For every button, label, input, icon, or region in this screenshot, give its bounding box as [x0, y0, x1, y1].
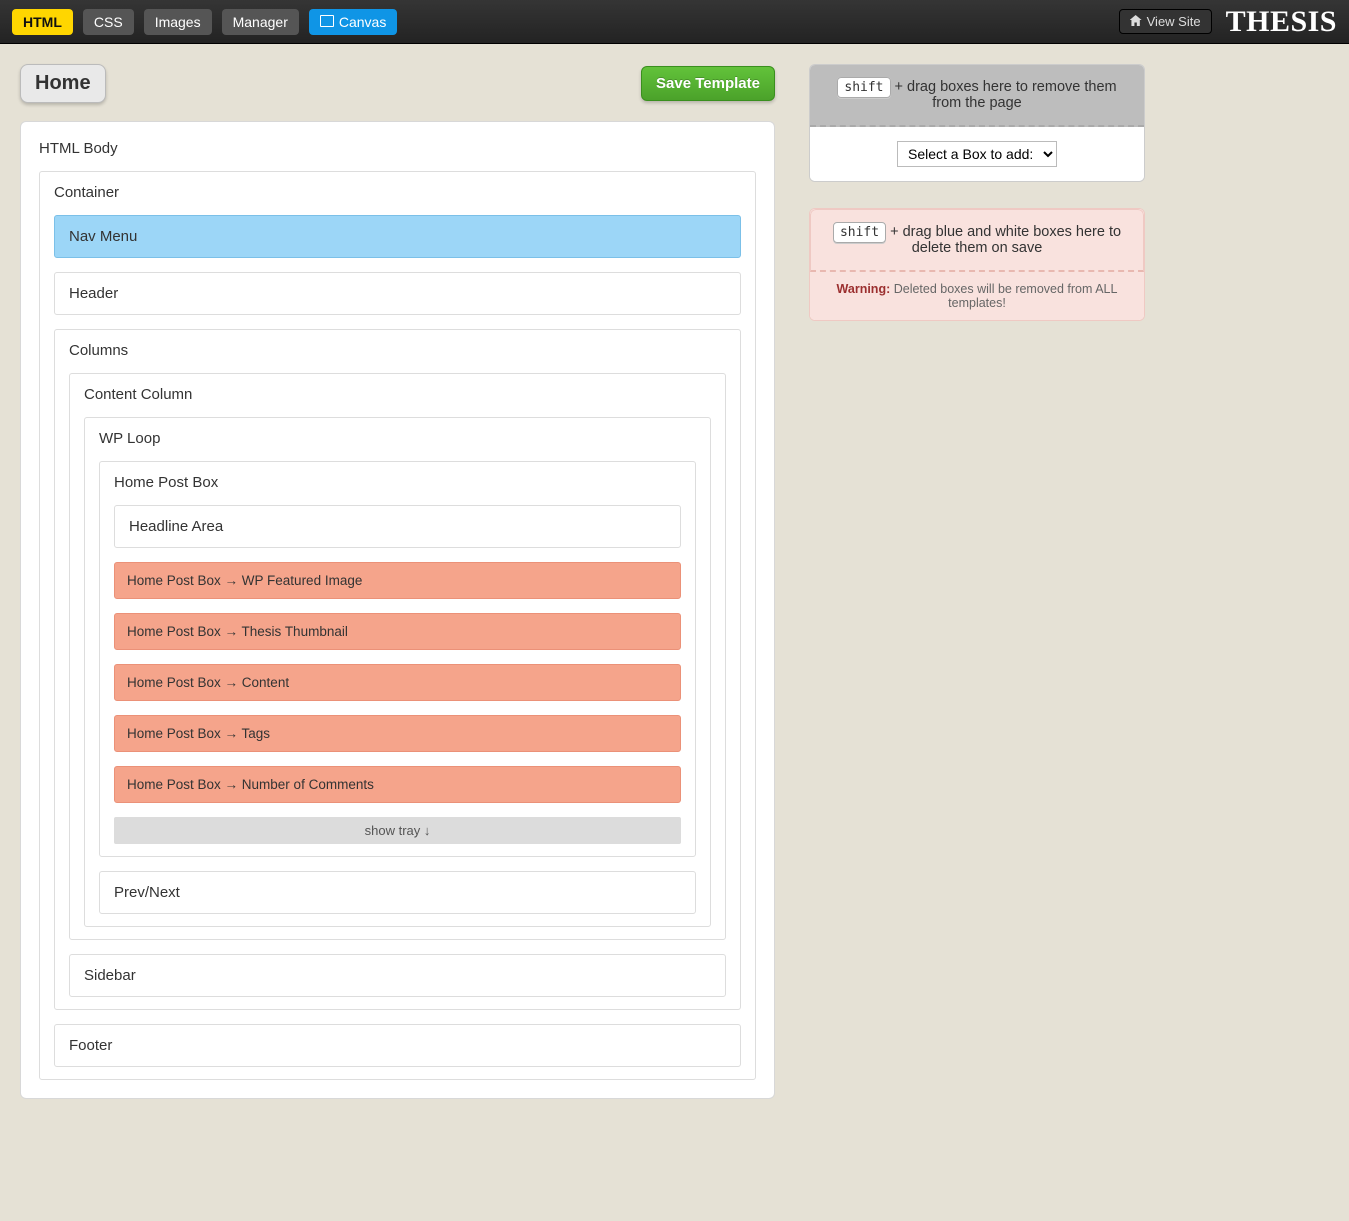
box-content[interactable]: Home Post Box → Content: [114, 664, 681, 701]
box-label: Home Post Box: [114, 474, 681, 491]
home-icon: [1130, 14, 1142, 29]
box-wp-loop[interactable]: WP Loop Home Post Box Headline Area Home…: [84, 417, 711, 927]
box-label: WP Loop: [99, 430, 696, 447]
top-toolbar: HTML CSS Images Manager Canvas View Site…: [0, 0, 1349, 44]
box-label: Sidebar: [84, 967, 711, 984]
delete-drop-panel: shift + drag blue and white boxes here t…: [809, 208, 1145, 321]
box-label: Home Post Box → Number of Comments: [127, 777, 668, 792]
shift-key: shift: [833, 222, 886, 243]
brand-logo: THESIS: [1226, 5, 1337, 39]
box-label: HTML Body: [39, 140, 756, 157]
box-content-column[interactable]: Content Column WP Loop Home Post Box Hea…: [69, 373, 726, 940]
tab-images[interactable]: Images: [144, 9, 212, 35]
box-label: Header: [69, 285, 726, 302]
save-template-button[interactable]: Save Template: [641, 66, 775, 101]
shift-key: shift: [837, 77, 890, 98]
delete-warning: Warning: Deleted boxes will be removed f…: [810, 272, 1144, 320]
box-label: Home Post Box → Tags: [127, 726, 668, 741]
box-num-comments[interactable]: Home Post Box → Number of Comments: [114, 766, 681, 803]
tab-css[interactable]: CSS: [83, 9, 134, 35]
delete-text: + drag blue and white boxes here to dele…: [886, 224, 1121, 256]
box-header[interactable]: Header: [54, 272, 741, 315]
box-wp-featured-image[interactable]: Home Post Box → WP Featured Image: [114, 562, 681, 599]
box-home-post-box[interactable]: Home Post Box Headline Area Home Post Bo…: [99, 461, 696, 857]
box-prev-next[interactable]: Prev/Next: [99, 871, 696, 914]
box-thesis-thumbnail[interactable]: Home Post Box → Thesis Thumbnail: [114, 613, 681, 650]
box-sidebar[interactable]: Sidebar: [69, 954, 726, 997]
box-tags[interactable]: Home Post Box → Tags: [114, 715, 681, 752]
tab-canvas-label: Canvas: [339, 14, 386, 30]
show-tray-toggle[interactable]: show tray ↓: [114, 817, 681, 844]
remove-drop-panel: shift + drag boxes here to remove them f…: [809, 64, 1145, 182]
canvas-icon: [320, 14, 334, 30]
remove-text: + drag boxes here to remove them from th…: [891, 79, 1117, 111]
warning-label: Warning:: [837, 282, 891, 296]
box-label: Nav Menu: [69, 228, 726, 245]
box-label: Container: [54, 184, 741, 201]
box-label: Home Post Box → Thesis Thumbnail: [127, 624, 668, 639]
add-box-zone: Select a Box to add:: [810, 127, 1144, 181]
add-box-select[interactable]: Select a Box to add:: [897, 141, 1057, 167]
box-headline-area[interactable]: Headline Area: [114, 505, 681, 548]
tab-manager[interactable]: Manager: [222, 9, 299, 35]
box-label: Content Column: [84, 386, 711, 403]
box-label: Headline Area: [129, 518, 666, 535]
box-label: Home Post Box → WP Featured Image: [127, 573, 668, 588]
remove-drop-zone[interactable]: shift + drag boxes here to remove them f…: [810, 65, 1144, 127]
page-title[interactable]: Home: [20, 64, 106, 103]
delete-drop-zone[interactable]: shift + drag blue and white boxes here t…: [810, 209, 1144, 272]
canvas-panel: HTML Body Container Nav Menu Header Colu…: [20, 121, 775, 1099]
box-label: Home Post Box → Content: [127, 675, 668, 690]
box-nav-menu[interactable]: Nav Menu: [54, 215, 741, 258]
view-site-button[interactable]: View Site: [1119, 9, 1212, 34]
box-label: Footer: [69, 1037, 726, 1054]
box-container[interactable]: Container Nav Menu Header Columns Conten…: [39, 171, 756, 1080]
warning-text: Deleted boxes will be removed from ALL t…: [890, 282, 1117, 310]
tab-canvas[interactable]: Canvas: [309, 9, 397, 35]
box-columns[interactable]: Columns Content Column WP Loop Home Post…: [54, 329, 741, 1010]
view-site-label: View Site: [1147, 14, 1201, 29]
box-label: Prev/Next: [114, 884, 681, 901]
tab-html[interactable]: HTML: [12, 9, 73, 35]
box-label: Columns: [69, 342, 726, 359]
box-html-body[interactable]: HTML Body Container Nav Menu Header Colu…: [39, 140, 756, 1080]
box-footer[interactable]: Footer: [54, 1024, 741, 1067]
tab-buttons: HTML CSS Images Manager Canvas: [12, 9, 397, 35]
